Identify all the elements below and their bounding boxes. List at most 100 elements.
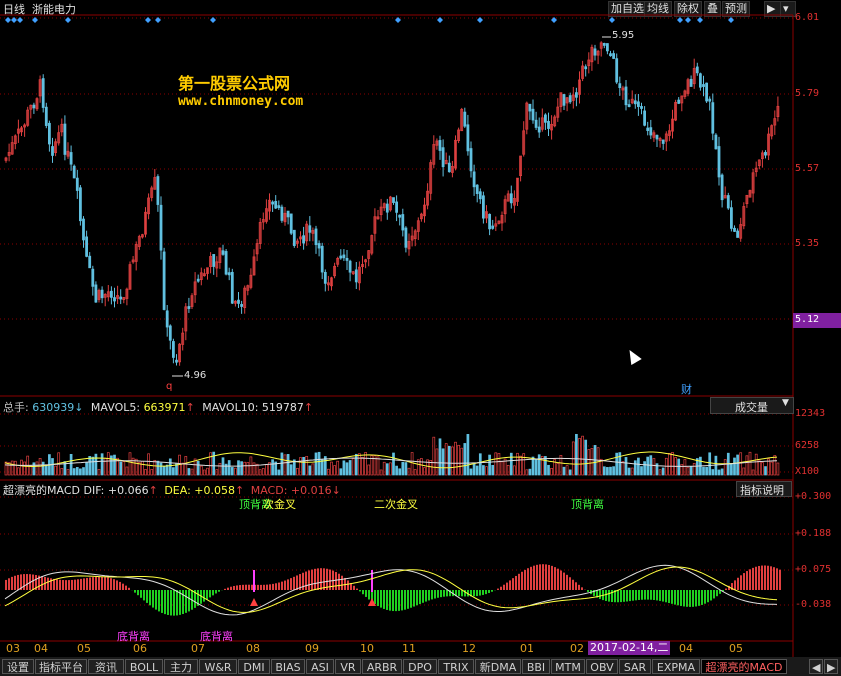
- volume-bar: [165, 464, 169, 476]
- macd-bar: [335, 572, 337, 590]
- volume-indicator-select[interactable]: 成交量 ▼: [710, 397, 794, 414]
- candle-body: [323, 271, 327, 284]
- candle-body: [714, 134, 718, 150]
- macd-bar: [32, 574, 34, 590]
- volume-bar: [82, 467, 85, 476]
- tab-asi[interactable]: ASI: [306, 659, 334, 674]
- volume-bar: [20, 459, 23, 476]
- x-axis-label: 05: [77, 642, 91, 655]
- macd-bar: [161, 590, 163, 613]
- macd-bar: [311, 569, 313, 590]
- tab-wr[interactable]: W&R: [199, 659, 237, 674]
- macd-bar: [365, 590, 367, 597]
- candle-body: [528, 103, 532, 112]
- candle-body: [708, 98, 712, 102]
- tab-scroll-right-icon[interactable]: ▶: [824, 659, 838, 674]
- x-axis-label: 06: [133, 642, 147, 655]
- macd-bar: [317, 568, 319, 590]
- tab-obv[interactable]: OBV: [586, 659, 618, 674]
- candle-body: [624, 86, 628, 106]
- volume-bar: [472, 463, 476, 476]
- macd-bar: [122, 583, 124, 590]
- macd-bar: [443, 590, 445, 597]
- indicator-tab-bar: 设置 指标平台 资讯 BOLL 主力 W&R DMI BIAS ASI VR A…: [0, 657, 841, 676]
- macd-bar: [752, 567, 754, 590]
- x-axis-label: 11: [402, 642, 416, 655]
- price-candles: [4, 36, 780, 377]
- macd-bar: [71, 579, 73, 590]
- macd-bar: [503, 584, 505, 590]
- chart-grid: [0, 14, 794, 657]
- volume-bar: [702, 466, 705, 476]
- tab-vr[interactable]: VR: [335, 659, 361, 674]
- candle-body: [606, 43, 609, 52]
- volume-bar: [460, 447, 464, 476]
- volume-bar: [398, 468, 402, 476]
- x-axis-label: 12: [462, 642, 476, 655]
- volume-bar: [643, 461, 646, 476]
- macd-bar: [338, 573, 340, 590]
- top-divergence-label: 顶背离: [571, 498, 604, 511]
- tab-settings[interactable]: 设置: [2, 659, 34, 674]
- tab-scroll-left-icon[interactable]: ◀: [809, 659, 823, 674]
- volume-bar: [271, 459, 274, 476]
- macd-bar: [533, 565, 535, 590]
- volume-bar: [305, 455, 309, 476]
- macd-bar: [296, 575, 298, 590]
- indicator-help-button[interactable]: 指标说明: [736, 481, 792, 497]
- macd-bar: [125, 585, 127, 590]
- candle-body: [544, 114, 547, 123]
- macd-bar: [671, 590, 673, 604]
- volume-bar: [320, 459, 324, 476]
- volume-bar: [91, 456, 95, 476]
- macd-bar: [620, 590, 622, 603]
- tab-super-macd[interactable]: 超漂亮的MACD: [701, 659, 787, 674]
- macd-bar: [95, 576, 97, 590]
- macd-bar: [644, 590, 646, 600]
- tab-dmi[interactable]: DMI: [238, 659, 270, 674]
- volume-bar: [311, 463, 315, 476]
- chart-canvas[interactable]: [0, 0, 841, 657]
- candle-body: [100, 289, 104, 299]
- macd-bar: [293, 576, 295, 590]
- volume-bar: [447, 445, 451, 476]
- macd-bar: [518, 573, 520, 590]
- macd-bar: [380, 590, 382, 608]
- macd-bar: [278, 582, 280, 590]
- event-diamond: [685, 17, 691, 23]
- volume-bar: [60, 468, 64, 476]
- macd-bar: [569, 577, 571, 590]
- macd-bar: [710, 590, 712, 601]
- tab-arbr[interactable]: ARBR: [362, 659, 402, 674]
- macd-bar: [203, 590, 205, 602]
- volume-bar: [627, 467, 631, 476]
- tab-main-force[interactable]: 主力: [164, 659, 198, 674]
- volume-bar: [122, 461, 126, 476]
- macd-bar: [113, 579, 115, 590]
- volume-bar: [234, 467, 237, 476]
- tab-dpo[interactable]: DPO: [403, 659, 437, 674]
- macd-bar: [530, 566, 532, 590]
- tab-mtm[interactable]: MTM: [551, 659, 585, 674]
- macd-bar: [563, 572, 565, 590]
- macd-bar: [305, 571, 307, 590]
- volume-bar: [69, 453, 73, 476]
- finance-marker[interactable]: 财: [681, 381, 692, 397]
- tab-new-dma[interactable]: 新DMA: [475, 659, 521, 674]
- macd-bar: [59, 579, 61, 590]
- tab-sar[interactable]: SAR: [619, 659, 651, 674]
- buy-arrow-icon: [250, 598, 258, 606]
- tab-trix[interactable]: TRIX: [438, 659, 474, 674]
- tab-boll[interactable]: BOLL: [125, 659, 163, 674]
- tab-indicator-platform[interactable]: 指标平台: [35, 659, 87, 674]
- candle-body: [438, 140, 442, 151]
- tab-bias[interactable]: BIAS: [271, 659, 305, 674]
- volume-bar: [172, 467, 175, 476]
- tab-expma[interactable]: EXPMA: [652, 659, 700, 674]
- volume-bar: [382, 461, 386, 476]
- tab-news[interactable]: 资讯: [88, 659, 124, 674]
- macd-bar: [581, 587, 583, 590]
- tab-bbi[interactable]: BBI: [522, 659, 550, 674]
- candle-body: [320, 245, 324, 273]
- macd-bar: [248, 584, 250, 590]
